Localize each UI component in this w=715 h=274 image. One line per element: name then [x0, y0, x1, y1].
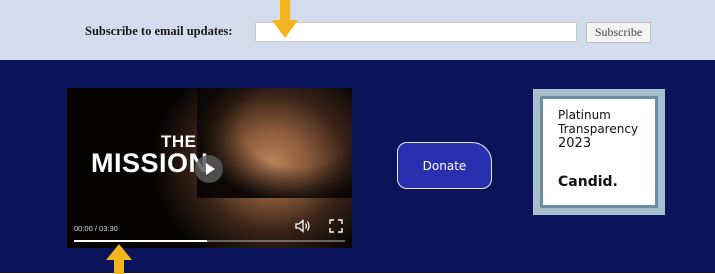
play-icon[interactable] [195, 155, 223, 183]
subscribe-label: Subscribe to email updates: [85, 24, 233, 38]
video-progress-bar[interactable] [74, 240, 345, 242]
badge-line2: Transparency [558, 122, 639, 136]
email-field[interactable] [255, 22, 577, 42]
main-section: THE MISSION 00:00 / 03:30 Donate Platinu… [0, 60, 715, 273]
video-player[interactable]: THE MISSION 00:00 / 03:30 [67, 88, 352, 248]
arrow-down-icon [272, 0, 298, 38]
candid-transparency-badge[interactable]: Platinum Transparency 2023 Candid. [533, 89, 665, 215]
video-progress-fill [74, 240, 207, 242]
fullscreen-icon[interactable] [329, 219, 343, 233]
subscribe-button[interactable]: Subscribe [586, 22, 651, 43]
badge-brand: Candid. [558, 174, 618, 190]
badge-year: 2023 [558, 136, 592, 151]
badge-inner: Platinum Transparency 2023 Candid. [540, 96, 658, 208]
badge-line1: Platinum [558, 108, 611, 122]
video-title-line2: MISSION [91, 148, 209, 178]
video-title: THE MISSION [91, 133, 209, 177]
donate-button[interactable]: Donate [397, 142, 492, 189]
volume-icon[interactable] [295, 219, 311, 233]
video-time: 00:00 / 03:30 [74, 224, 118, 233]
video-thumbnail-shadow [197, 88, 352, 198]
subscribe-bar: Subscribe to email updates: Subscribe [0, 0, 715, 60]
arrow-up-icon [106, 244, 132, 274]
